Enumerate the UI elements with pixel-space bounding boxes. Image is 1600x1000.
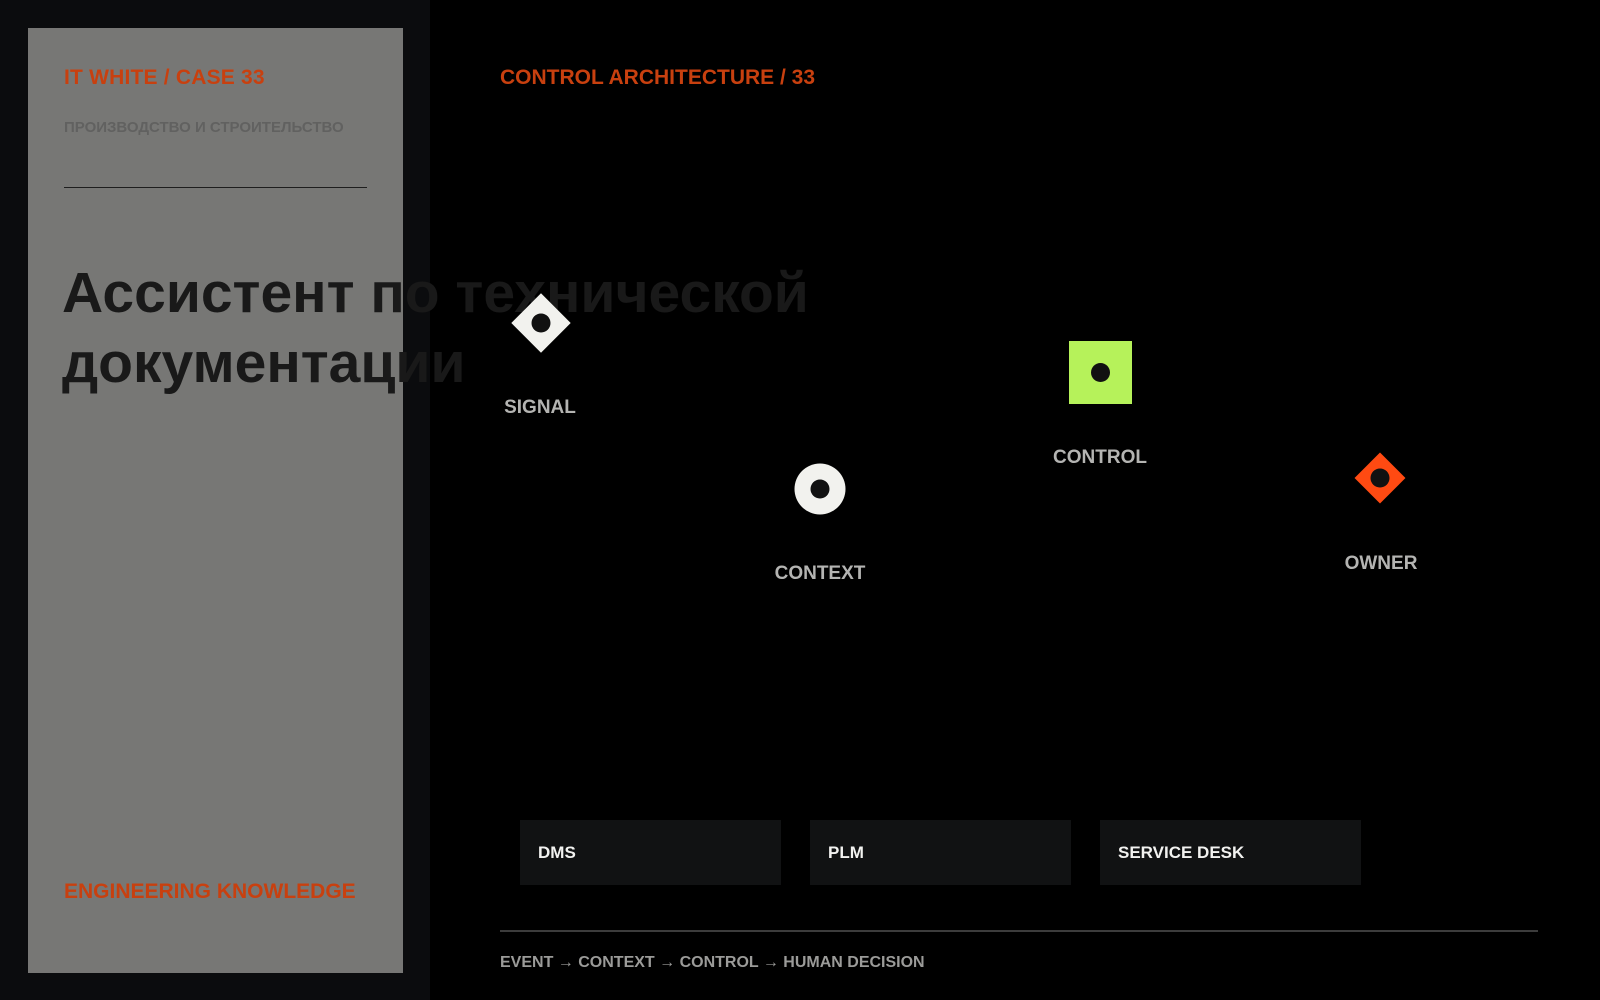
control-square-icon	[1069, 341, 1132, 404]
node-label-owner: OWNER	[1344, 553, 1418, 574]
context-circle-icon	[794, 463, 846, 515]
control-center-dot	[1091, 363, 1110, 382]
case-eyebrow: IT WHITE / CASE 33	[64, 66, 265, 89]
system-label-plm: PLM	[828, 842, 864, 862]
decision-flow: EVENT → CONTEXT → CONTROL → HUMAN DECISI…	[500, 954, 925, 971]
node-label-context: CONTEXT	[774, 563, 866, 584]
system-label-service-desk: SERVICE DESK	[1118, 842, 1245, 862]
system-label-dms: DMS	[538, 842, 576, 862]
node-label-signal: SIGNAL	[504, 397, 576, 418]
owner-diamond-icon	[1354, 452, 1406, 504]
section-title: CONTROL ARCHITECTURE / 33	[500, 66, 816, 89]
owner-center-dot	[1370, 468, 1390, 488]
signal-center-dot	[531, 313, 551, 333]
case-card	[28, 28, 403, 973]
system-box-service-desk: SERVICE DESK	[1100, 820, 1361, 885]
bottom-divider	[500, 930, 1538, 932]
slide-canvas: IT WHITE / CASE 33 ПРОИЗВОДСТВО И СТРОИТ…	[0, 0, 1600, 1000]
system-box-dms: DMS	[520, 820, 781, 885]
case-footer-tag: ENGINEERING KNOWLEDGE	[64, 880, 356, 903]
signal-diamond-icon	[511, 293, 571, 353]
node-label-control: CONTROL	[1053, 447, 1147, 468]
card-divider	[64, 187, 367, 188]
industry-subtitle: ПРОИЗВОДСТВО И СТРОИТЕЛЬСТВО	[64, 119, 344, 136]
system-box-plm: PLM	[810, 820, 1071, 885]
context-center-dot	[810, 479, 830, 499]
